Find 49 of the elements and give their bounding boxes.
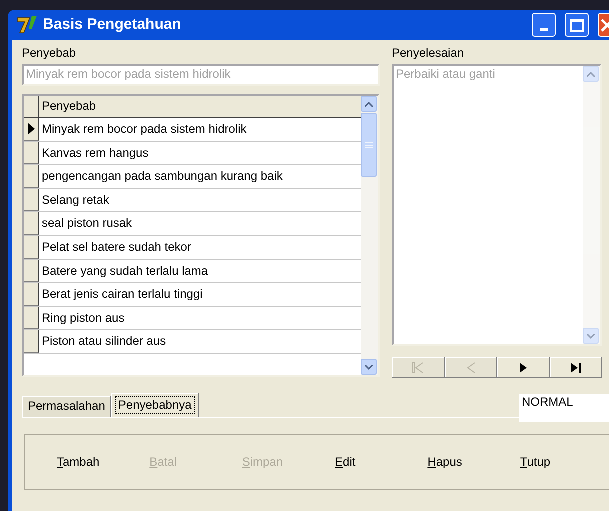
table-cell-text: Selang retak	[41, 192, 110, 209]
navigator-button[interactable]	[550, 357, 602, 378]
table-cell-text: Ring piston aus	[41, 310, 126, 327]
tab[interactable]: Permasalahan	[22, 396, 112, 417]
table-cell-text: Batere yang sudah terlalu lama	[41, 262, 210, 280]
table-cell-text: Minyak rem bocor pada sistem hidrolik	[41, 121, 248, 138]
solution-label: Penyelesaian	[392, 45, 466, 62]
row-indicator[interactable]	[24, 142, 39, 164]
scrollbar[interactable]	[361, 96, 378, 375]
scroll-thumb[interactable]	[361, 113, 377, 177]
row-indicator[interactable]	[24, 236, 39, 259]
navigator-button[interactable]	[497, 357, 550, 378]
row-indicator[interactable]	[24, 260, 39, 282]
toolbar-button[interactable]: Hapus	[428, 442, 520, 482]
table-cell-text: Kanvas rem hangus	[41, 144, 150, 162]
column-header[interactable]: Penyebab	[39, 96, 361, 117]
chevron-down-icon	[587, 334, 595, 338]
table-cell-text: pengencangan pada sambungan kurang baik	[41, 168, 284, 186]
window-title: Basis Pengetahuan	[43, 14, 182, 35]
table-cell-text: seal piston rusak	[41, 215, 134, 232]
chevron-up-icon	[365, 102, 373, 106]
mode-indicator: NORMAL	[519, 394, 609, 422]
first-record-icon	[412, 362, 424, 374]
row-indicator[interactable]	[24, 283, 39, 306]
table-cell-text: Berat jenis cairan terlalu tinggi	[41, 286, 204, 304]
row-indicator[interactable]	[24, 306, 39, 330]
last-record-icon	[570, 362, 582, 374]
toolbar-button[interactable]: Tambah	[57, 442, 150, 482]
row-indicator[interactable]	[24, 165, 39, 188]
toolbar-button[interactable]: Tutup	[520, 442, 609, 482]
app-logo-icon	[16, 15, 38, 35]
previous-icon	[464, 362, 477, 374]
maximize-button[interactable]	[565, 13, 589, 37]
row-indicator[interactable]	[24, 118, 39, 141]
table-cell-text: Pelat sel batere sudah tekor	[41, 238, 192, 256]
row-indicator[interactable]	[24, 330, 39, 353]
chevron-down-icon	[365, 364, 373, 370]
cause-label: Penyebab	[22, 45, 78, 62]
toolbar-button[interactable]: Edit	[335, 442, 428, 482]
tab[interactable]: Penyebabnya	[111, 393, 199, 417]
scroll-up-button[interactable]	[361, 96, 377, 112]
current-row-icon	[28, 122, 34, 135]
minimize-button[interactable]	[532, 13, 556, 37]
scroll-down-button[interactable]	[361, 359, 377, 375]
row-indicator[interactable]	[24, 188, 39, 212]
table-cell-text: Piston atau silinder aus	[41, 333, 168, 350]
chevron-up-icon	[587, 72, 595, 76]
row-indicator[interactable]	[24, 212, 39, 235]
play-icon	[517, 362, 530, 374]
